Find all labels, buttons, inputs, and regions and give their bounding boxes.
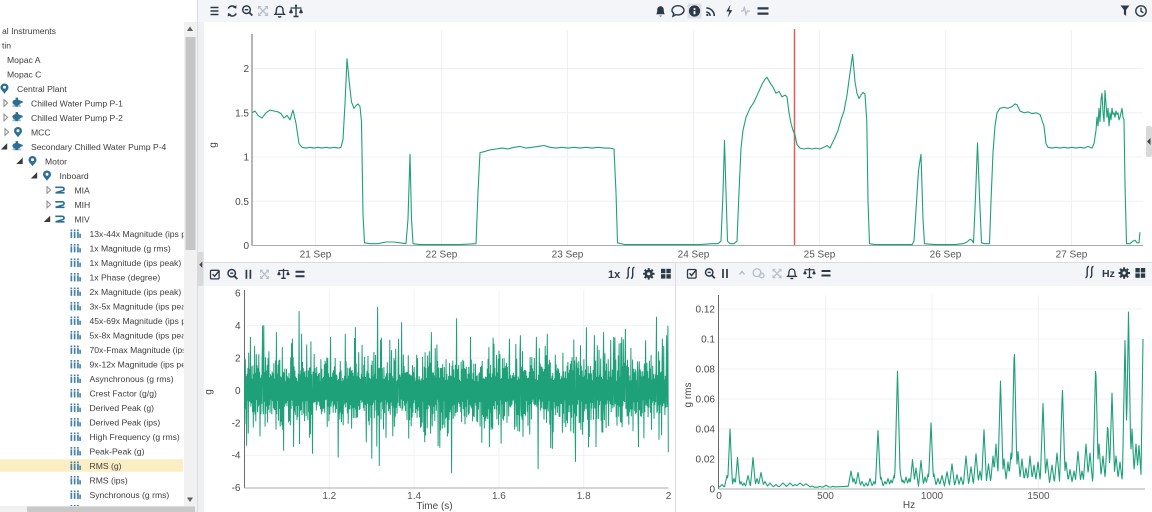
svg-text:27 Sep: 27 Sep — [1056, 250, 1088, 261]
svg-text:45x-69x Magnitude (ips peak): 45x-69x Magnitude (ips peak) — [90, 316, 199, 326]
svg-text:4: 4 — [234, 321, 240, 332]
svg-text:Mopac A: Mopac A — [7, 55, 41, 65]
svg-text:Time (s): Time (s) — [416, 501, 452, 512]
svg-text:6: 6 — [234, 288, 240, 299]
svg-text:0: 0 — [234, 386, 240, 397]
svg-text:MIA: MIA — [75, 186, 91, 196]
svg-text:0: 0 — [243, 241, 249, 252]
svg-text:13x-44x Magnitude (ips peak): 13x-44x Magnitude (ips peak) — [90, 229, 199, 239]
svg-text:Derived Peak (ips): Derived Peak (ips) — [90, 418, 161, 428]
svg-text:Crest Factor (g/g): Crest Factor (g/g) — [90, 389, 157, 399]
svg-text:2: 2 — [234, 353, 240, 364]
svg-text:1x: 1x — [608, 269, 621, 281]
svg-text:Chilled Water Pump P-2: Chilled Water Pump P-2 — [31, 113, 123, 123]
svg-text:Inboard: Inboard — [60, 171, 89, 181]
svg-text:23 Sep: 23 Sep — [552, 250, 584, 261]
svg-text:al Instruments: al Instruments — [2, 26, 56, 36]
svg-text:1x Magnitude (ips peak): 1x Magnitude (ips peak) — [90, 258, 182, 268]
svg-text:70x-Fmax Magnitude (ips peak): 70x-Fmax Magnitude (ips peak) — [90, 345, 199, 355]
svg-text:Mopac C: Mopac C — [7, 70, 41, 80]
svg-text:g: g — [208, 142, 219, 148]
svg-text:0.12: 0.12 — [696, 304, 716, 315]
svg-text:Central Plant: Central Plant — [17, 84, 67, 94]
svg-text:g: g — [204, 389, 215, 395]
svg-text:0.5: 0.5 — [235, 197, 249, 208]
svg-text:Motor: Motor — [45, 157, 67, 167]
svg-text:0: 0 — [716, 491, 722, 502]
svg-text:0.02: 0.02 — [696, 454, 716, 465]
svg-text:1.5: 1.5 — [235, 108, 249, 119]
svg-text:-2: -2 — [231, 418, 240, 429]
svg-text:2: 2 — [243, 64, 249, 75]
svg-text:1.6: 1.6 — [491, 491, 505, 502]
svg-text:1: 1 — [243, 153, 249, 164]
svg-text:3x-5x Magnitude (ips peak): 3x-5x Magnitude (ips peak) — [90, 302, 194, 312]
svg-text:High Frequency (g rms): High Frequency (g rms) — [90, 432, 180, 442]
svg-text:-4: -4 — [231, 451, 240, 462]
svg-text:tin: tin — [2, 41, 11, 51]
svg-text:Peak-Peak (g): Peak-Peak (g) — [90, 447, 145, 457]
svg-text:Hz: Hz — [1102, 268, 1115, 280]
svg-text:25 Sep: 25 Sep — [804, 250, 836, 261]
svg-text:Asynchronous (g rms): Asynchronous (g rms) — [90, 374, 174, 384]
svg-text:24 Sep: 24 Sep — [678, 250, 710, 261]
svg-text:MIV: MIV — [75, 215, 91, 225]
svg-text:1500: 1500 — [1027, 491, 1050, 502]
svg-text:Derived Peak (g): Derived Peak (g) — [90, 403, 155, 413]
svg-text:MCC: MCC — [31, 128, 51, 138]
svg-text:RMS (ips): RMS (ips) — [90, 476, 128, 486]
svg-text:Secondary Chilled Water Pump P: Secondary Chilled Water Pump P-4 — [31, 142, 167, 152]
svg-text:1x Phase (degree): 1x Phase (degree) — [90, 273, 161, 283]
svg-text:MIH: MIH — [75, 200, 91, 210]
svg-text:0.06: 0.06 — [696, 394, 716, 405]
svg-text:0.08: 0.08 — [696, 364, 716, 375]
svg-text:g rms: g rms — [683, 383, 694, 408]
svg-text:0.04: 0.04 — [696, 424, 716, 435]
svg-text:Hz: Hz — [903, 500, 915, 511]
svg-text:2x Magnitude (ips peak): 2x Magnitude (ips peak) — [90, 287, 182, 297]
svg-text:1.2: 1.2 — [322, 491, 336, 502]
svg-text:500: 500 — [817, 491, 834, 502]
svg-text:22 Sep: 22 Sep — [426, 250, 458, 261]
svg-text:RMS (g): RMS (g) — [90, 461, 122, 471]
svg-text:Chilled Water Pump P-1: Chilled Water Pump P-1 — [31, 99, 123, 109]
svg-text:0.1: 0.1 — [701, 334, 715, 345]
svg-text:9x-12x Magnitude (ips peak): 9x-12x Magnitude (ips peak) — [90, 360, 199, 370]
svg-text:1x Magnitude (g rms): 1x Magnitude (g rms) — [90, 244, 171, 254]
svg-text:1.8: 1.8 — [576, 491, 590, 502]
svg-text:21 Sep: 21 Sep — [300, 250, 332, 261]
svg-text:2: 2 — [665, 491, 671, 502]
svg-text:26 Sep: 26 Sep — [930, 250, 962, 261]
svg-text:1000: 1000 — [921, 491, 944, 502]
svg-text:0: 0 — [709, 484, 715, 495]
svg-text:5x-8x Magnitude (ips peak): 5x-8x Magnitude (ips peak) — [90, 331, 194, 341]
svg-text:-6: -6 — [231, 483, 240, 494]
svg-text:Synchronous (g rms): Synchronous (g rms) — [90, 490, 170, 500]
